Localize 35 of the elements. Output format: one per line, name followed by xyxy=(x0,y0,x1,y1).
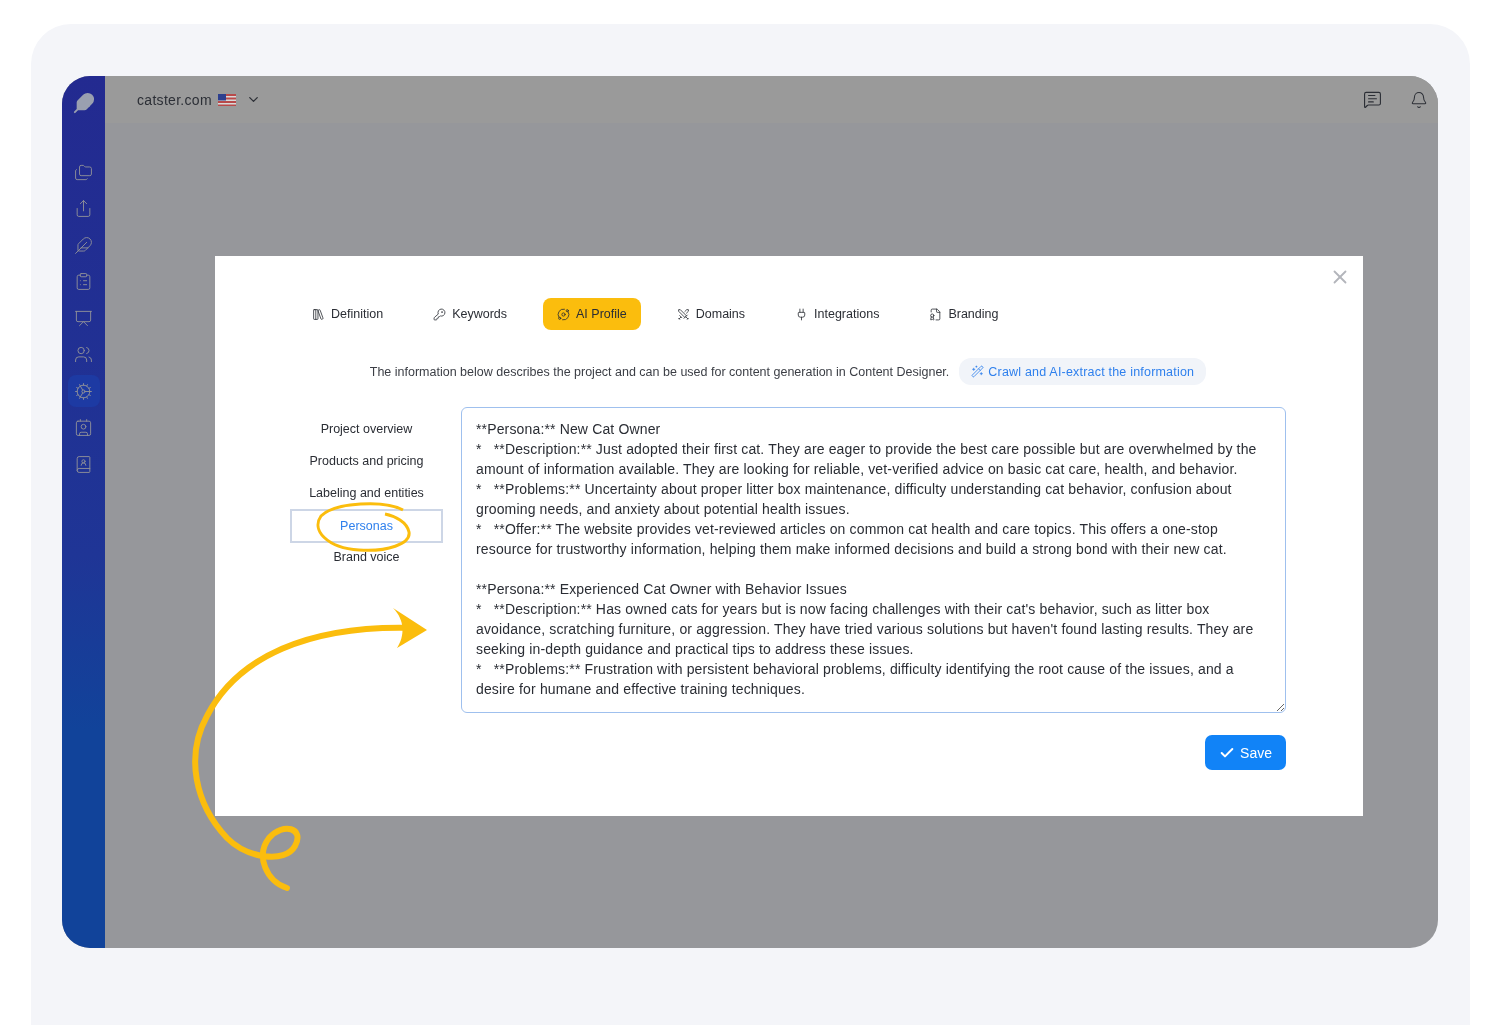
contact-card-icon xyxy=(74,418,93,437)
section-item[interactable]: Products and pricing xyxy=(290,445,443,477)
sidebar-item[interactable] xyxy=(67,375,100,407)
tab[interactable]: Branding xyxy=(915,298,1013,330)
book-user-icon xyxy=(74,454,93,474)
feather-icon xyxy=(74,235,93,255)
file-badge-icon xyxy=(929,307,943,321)
books-icon xyxy=(312,307,325,321)
tab[interactable]: Keywords xyxy=(419,298,521,330)
section-item[interactable]: Labeling and entities xyxy=(290,477,443,509)
tab[interactable]: AI Profile xyxy=(543,298,641,330)
save-button[interactable]: Save xyxy=(1205,735,1286,770)
section-item[interactable]: Project overview xyxy=(290,413,443,445)
section-item[interactable]: Personas xyxy=(290,509,443,543)
crawl-button[interactable]: Crawl and AI-extract the information xyxy=(959,358,1207,385)
key-icon xyxy=(433,307,447,321)
share-icon xyxy=(74,199,93,218)
feather-logo-icon xyxy=(72,92,95,114)
section-item[interactable]: Brand voice xyxy=(290,541,443,573)
clipboard-icon xyxy=(74,272,93,291)
chat-icon[interactable] xyxy=(1363,90,1382,109)
orbit-icon xyxy=(557,307,570,321)
magic-wand-icon xyxy=(971,365,985,378)
swords-icon xyxy=(676,307,690,321)
tab[interactable]: Integrations xyxy=(781,298,894,330)
tab[interactable]: Definition xyxy=(298,298,398,330)
content-textarea[interactable]: **Persona:** New Cat Owner * **Description:** Just adopted their first cat. They are eager to provide the best care possible but are overwhelmed by the amount of information available. They are looking for reliable, vet-verified advice on basic cat care, health, and behavior. * **Problems:** Uncertainty about proper litter box maintenance, difficulty understanding cat behavior, confusion about grooming needs, and anxiety about potential health issues. * **Offer:** The website provides vet-reviewed articles on common cat health and care topics. This offers a one-stop resource for trustworthy information, helping them make informed decisions and build a strong bond with their new cat. **Persona:** Experienced Cat Owner with Behavior Issues * **Description:** Has owned cats for years but is now facing challenges with their cat's behavior, such as litter box avoidance, scratching furniture, or aggression. They have tried various solutions but haven't found lasting results. They are seeking in-depth guidance and practical tips to address these issues. * **Problems:** Frustration with persistent behavioral problems, difficulty identifying the root cause of the issues, and a desire for humane and effective training techniques. xyxy=(461,407,1286,713)
us-flag-icon xyxy=(217,93,236,106)
presentation-icon xyxy=(74,308,93,328)
users-icon xyxy=(74,345,93,364)
bell-icon[interactable] xyxy=(1410,90,1428,109)
site-name: catster.com xyxy=(137,91,212,108)
tab[interactable]: Domains xyxy=(662,298,760,330)
description-text: The information below describes the project and can be used for content generation in Content Designer. xyxy=(369,364,950,379)
folders-icon xyxy=(74,162,93,182)
